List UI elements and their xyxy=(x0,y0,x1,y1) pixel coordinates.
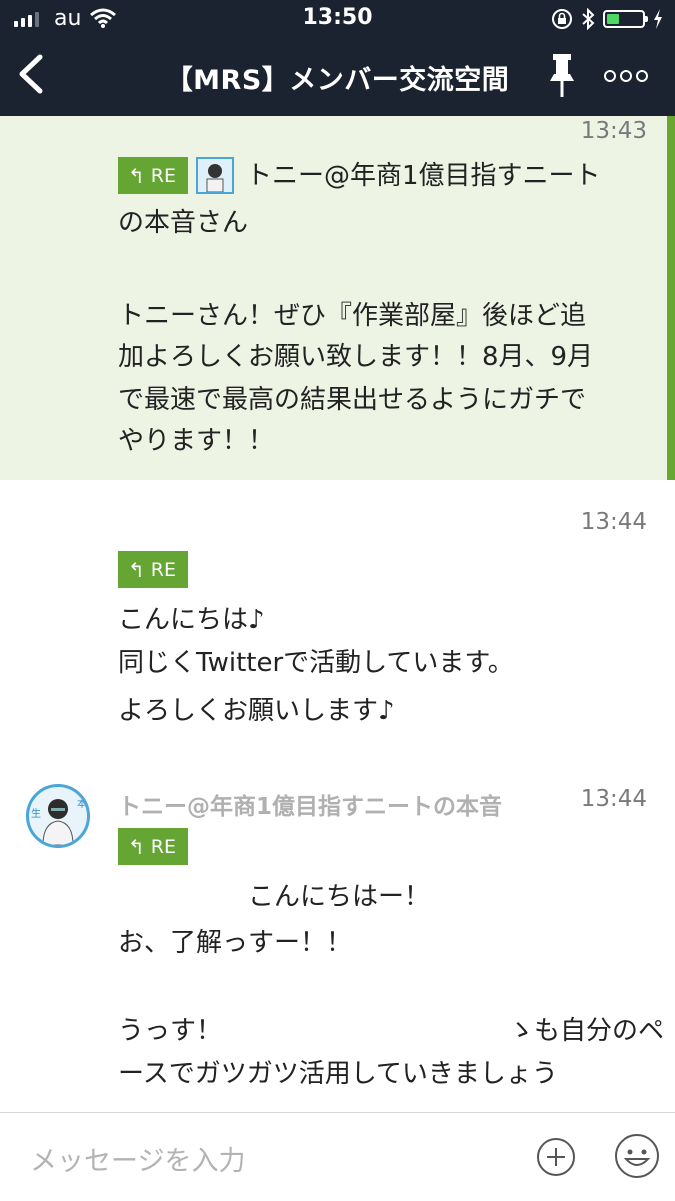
svg-text:生: 生 xyxy=(31,807,41,820)
message-line: の本音さん xyxy=(118,208,249,238)
pin-icon[interactable] xyxy=(547,54,577,98)
emoji-icon[interactable] xyxy=(614,1133,660,1179)
message-line: こんにちはー！ xyxy=(118,882,431,912)
message-line: 加よろしくお願い致します！！8月、9月 xyxy=(118,342,594,372)
reply-tag-label: RE xyxy=(150,164,176,187)
message-time: 13:44 xyxy=(580,786,647,812)
message-item[interactable]: 本 生 トニー@年商1億目指すニートの本音 13:44 ↰ RE こんにちはー！… xyxy=(0,770,675,1112)
message-line: 同じくTwitterで活動しています。 xyxy=(118,648,514,678)
message-line: うっす！ ゝも自分のペ xyxy=(118,1016,665,1046)
message-line: トニー@年商1億目指すニート xyxy=(246,161,601,191)
svg-text:本: 本 xyxy=(77,797,87,810)
message-line: トニーさん！ぜひ『作業部屋』後ほど追 xyxy=(118,301,587,331)
sender-name: トニー@年商1億目指すニートの本音 xyxy=(118,794,503,820)
message-line: やります！！ xyxy=(118,426,275,456)
more-icon[interactable] xyxy=(604,70,648,82)
orientation-lock-icon xyxy=(552,9,572,29)
status-bar: au 13:50 xyxy=(0,0,675,40)
message-line: こんにちは♪ xyxy=(118,605,265,635)
message-line: よろしくお願いします♪ xyxy=(118,696,395,726)
message-time: 13:43 xyxy=(580,118,647,144)
plus-icon[interactable] xyxy=(536,1137,576,1177)
reply-arrow-icon: ↰ xyxy=(128,834,145,859)
message-item[interactable]: 13:43 ↰ RE トニー@年商1億目指すニート の本音さん トニーさん！ぜひ… xyxy=(0,116,675,480)
reply-tag-label: RE xyxy=(150,835,176,858)
avatar[interactable]: 本 生 xyxy=(26,784,90,848)
message-item[interactable]: 13:44 ↰ RE こんにちは♪ 同じくTwitterで活動しています。 よろ… xyxy=(0,480,675,765)
message-input[interactable]: メッセージを入力 xyxy=(30,1139,245,1178)
message-input-bar: メッセージを入力 xyxy=(0,1112,675,1201)
reply-arrow-icon: ↰ xyxy=(128,163,145,188)
message-line: で最速で最高の結果出せるようにガチで xyxy=(118,385,587,415)
battery-icon xyxy=(603,10,648,28)
highlight-accent xyxy=(667,116,675,480)
reply-arrow-icon: ↰ xyxy=(128,557,145,582)
nav-bar: 【MRS】メンバー交流空間 xyxy=(0,40,675,116)
bluetooth-icon xyxy=(582,8,595,30)
status-right xyxy=(551,8,663,30)
message-line: お、了解っすー！！ xyxy=(118,928,353,958)
reply-tag-label: RE xyxy=(150,558,176,581)
charging-icon xyxy=(654,9,662,29)
message-time: 13:44 xyxy=(580,509,647,535)
message-line: ースでガツガツ活用していきましょう xyxy=(118,1059,558,1089)
reply-tag[interactable]: ↰ RE xyxy=(118,551,188,588)
top-bar: au 13:50 【MRS】メンバー交流空間 xyxy=(0,0,675,116)
reply-tag[interactable]: ↰ RE xyxy=(118,157,188,194)
reply-tag[interactable]: ↰ RE xyxy=(118,828,188,865)
mentioned-user-avatar xyxy=(196,157,234,194)
